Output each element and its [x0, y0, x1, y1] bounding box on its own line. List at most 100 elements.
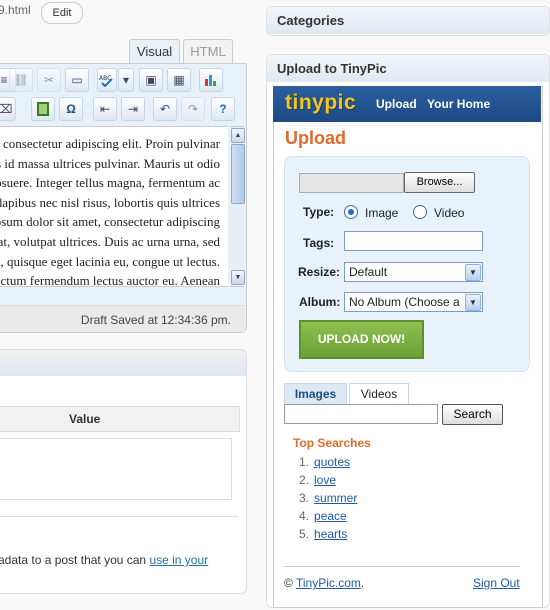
type-label: Type: [303, 205, 335, 219]
tinypic-nav-upload[interactable]: Upload [376, 97, 417, 111]
footer-divider [284, 566, 520, 567]
top-search-link[interactable]: love [314, 473, 336, 487]
tinypic-widget-title: Upload to TinyPic [277, 61, 387, 76]
editor-scrollbar[interactable]: ▲ ▼ [230, 126, 245, 287]
tab-visual[interactable]: Visual [129, 39, 180, 64]
custom-fields-header[interactable] [0, 350, 246, 376]
resize-label: Resize: [298, 265, 341, 279]
categories-widget: Categories [266, 6, 550, 36]
list-item: 3. summer [299, 491, 357, 505]
list-item: 4. peace [299, 509, 347, 523]
outdent-icon[interactable]: ⇤ [93, 97, 117, 121]
search-input[interactable] [284, 404, 438, 424]
top-searches-title: Top Searches [293, 436, 371, 450]
special-char-icon[interactable]: Ω [59, 97, 83, 121]
type-image-radio[interactable] [344, 205, 358, 219]
permalink-text: 9.html [0, 3, 31, 17]
text-line: Aliquam vel, dictum fermendum lectus auc… [0, 273, 220, 287]
editor-toolbar-row-2: ⌫ Ω ⇤ ⇥ ↶ ↷ ? [0, 97, 244, 125]
list-number: 5. [299, 527, 310, 541]
text-line: Sed ut risus id massa ultrices pulvinar.… [0, 155, 220, 171]
upload-heading: Upload [285, 128, 346, 148]
type-image-label: Image [365, 206, 399, 220]
scroll-thumb[interactable] [231, 144, 245, 204]
list-item: 2. love [299, 473, 336, 487]
help-icon[interactable]: ? [211, 97, 235, 121]
tinypic-nav-your-home[interactable]: Your Home [427, 97, 490, 111]
tab-html[interactable]: HTML [183, 39, 233, 64]
tinypic-logo[interactable]: tinypic [285, 91, 356, 115]
top-search-link[interactable]: peace [314, 509, 347, 523]
copyright-symbol: © [284, 576, 293, 590]
file-path-input[interactable] [299, 173, 404, 193]
categories-header[interactable]: Categories [267, 7, 549, 34]
sign-out-container: Sign Out [473, 576, 520, 590]
value-header-label: Value [69, 412, 101, 426]
kitchen-sink-icon[interactable]: ▦ [167, 68, 191, 92]
undo-icon[interactable]: ↶ [153, 97, 177, 121]
type-video-label: Video [434, 206, 465, 220]
tags-label: Tags: [303, 236, 335, 250]
copyright-text: © TinyPic.com. [284, 576, 364, 590]
text-line: Lorem ipsum dolor sit amet, consectetur … [0, 136, 220, 151]
search-tab-videos[interactable]: Videos [349, 383, 409, 404]
editor-text: Lorem ipsum dolor sit amet, consectetur … [0, 134, 220, 287]
redo-icon[interactable]: ↷ [181, 97, 205, 121]
unlink-icon[interactable]: ✂ [37, 68, 61, 92]
media-icon[interactable] [31, 97, 55, 121]
fullscreen-icon[interactable]: ▣ [139, 68, 163, 92]
chevron-down-icon: ▼ [465, 264, 481, 281]
spellcheck-dropdown-icon[interactable]: ▾ [118, 68, 134, 92]
editor-status-bar: Draft Saved at 12:34:36 pm. [0, 305, 245, 332]
list-number: 3. [299, 491, 310, 505]
copyright-period: . [360, 576, 365, 590]
text-line: pretium a, dapibus nec nisl risus, lobor… [0, 194, 220, 210]
top-search-link[interactable]: quotes [314, 455, 350, 469]
upload-now-button[interactable]: UPLOAD NOW! [299, 320, 424, 359]
insert-more-icon[interactable]: ▭ [65, 68, 89, 92]
album-label: Album: [299, 295, 341, 309]
value-column-header: Value [0, 406, 240, 432]
text-line: Praesent lorem ipsum dolor sit amet, con… [0, 214, 220, 230]
eraser-icon[interactable]: ⌫ [0, 97, 16, 121]
tinypic-home-link[interactable]: TinyPic.com [296, 576, 361, 590]
editor-toolbar-row-1: ≡ ⛓ ✂ ▭ ABC ▾ ▣ ▦ [0, 68, 244, 96]
type-video-radio[interactable] [413, 205, 427, 219]
field-divider [0, 504, 238, 517]
scroll-down-icon[interactable]: ▼ [231, 270, 245, 285]
search-tab-images[interactable]: Images [284, 383, 347, 404]
top-search-link[interactable]: hearts [314, 527, 347, 541]
album-select[interactable]: No Album (Choose a ▼ [344, 292, 483, 312]
browse-button[interactable]: Browse... [404, 172, 475, 193]
resize-value: Default [349, 265, 388, 279]
text-line: tempor at, volutpat ultrices. Duis ac ur… [0, 233, 220, 249]
custom-fields-description: adata to a post that you can use in your [0, 553, 208, 567]
resize-select[interactable]: Default ▼ [344, 262, 483, 282]
draft-saved-status: Draft Saved at 12:34:36 pm. [80, 313, 231, 327]
value-textarea[interactable] [0, 438, 232, 500]
tinypic-widget-header[interactable]: Upload to TinyPic [267, 55, 549, 82]
sign-out-link[interactable]: Sign Out [473, 576, 520, 590]
indent-icon[interactable]: ⇥ [121, 97, 145, 121]
list-item: 1. quotes [299, 455, 350, 469]
spellcheck-icon[interactable]: ABC [97, 68, 117, 92]
editor-content[interactable]: Lorem ipsum dolor sit amet, consectetur … [0, 126, 228, 287]
album-value: No Album (Choose a [349, 295, 460, 309]
link-icon[interactable]: ⛓ [9, 68, 33, 92]
edit-permalink-button[interactable]: Edit [41, 2, 83, 24]
tags-input[interactable] [344, 231, 483, 251]
categories-title: Categories [277, 13, 345, 28]
list-item: 5. hearts [299, 527, 347, 541]
chart-icon[interactable] [199, 68, 223, 92]
top-search-link[interactable]: summer [314, 491, 357, 505]
text-line: vitae nunc posuere. Integer tellus magna… [0, 175, 220, 191]
tinypic-logo-text: tinypic [285, 91, 357, 114]
description-text: adata to a post that you can [0, 553, 150, 567]
chevron-down-icon: ▼ [465, 294, 481, 311]
list-number: 4. [299, 509, 310, 523]
use-in-theme-link[interactable]: use in your [149, 553, 208, 567]
scroll-up-icon[interactable]: ▲ [231, 128, 245, 143]
search-button[interactable]: Search [442, 404, 503, 425]
list-number: 2. [299, 473, 310, 487]
text-line: viverra nulla, quisque eget lacinia eu, … [0, 253, 220, 269]
